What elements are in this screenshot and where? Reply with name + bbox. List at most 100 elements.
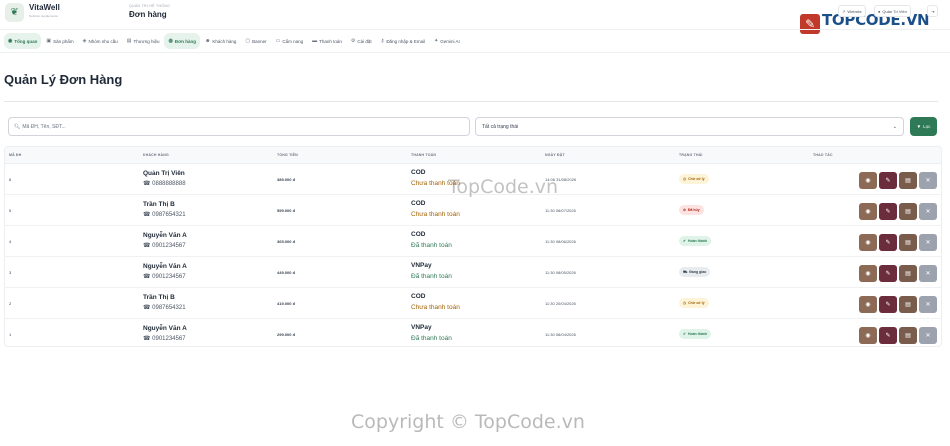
delete-button[interactable]: ✕ (919, 296, 937, 313)
eye-button[interactable]: ◉ (859, 327, 877, 344)
table-header: MÃ ĐH KHÁCH HÀNG TỔNG TIỀN THANH TOÁN NG… (5, 147, 941, 164)
print-button[interactable]: ▤ (899, 203, 917, 220)
edit-button[interactable]: ✎ (879, 327, 897, 344)
cart-icon: ◍ (168, 38, 173, 44)
nav-item-gemini[interactable]: ✦ Gemini AI (430, 33, 464, 49)
print-button[interactable]: ▤ (899, 327, 917, 344)
brand-icon: ▤ (126, 38, 132, 44)
logout-button[interactable]: ⇥ (927, 5, 939, 17)
admin-user-button[interactable]: ● Quản Trị Viên (874, 5, 911, 17)
print-button[interactable]: ▤ (899, 234, 917, 251)
col-actions: THAO TÁC (813, 153, 833, 157)
nav-item-customers[interactable]: ☻ Khách hàng (201, 33, 240, 49)
eye-button[interactable]: ◉ (859, 172, 877, 189)
order-id: 2 (9, 301, 12, 306)
edit-button[interactable]: ✎ (879, 172, 897, 189)
chevron-down-icon: ⌄ (892, 123, 897, 130)
col-payment: THANH TOÁN (411, 153, 437, 157)
nav-item-needs[interactable]: ◈ Nhóm nhu cầu (79, 33, 122, 49)
edit-icon: ✎ (885, 333, 891, 339)
book-icon: ▭ (275, 38, 281, 44)
eye-icon: ◉ (865, 271, 871, 277)
main-nav: ◉ Tổng quan ▣ Sản phẩm ◈ Nhóm nhu cầu ▤ Thươ… (0, 29, 950, 53)
nav-item-brands[interactable]: ▤ Thương hiệu (123, 33, 164, 49)
phone-icon: ☎ (143, 181, 151, 187)
order-id: 4 (9, 239, 12, 244)
eye-icon: ◉ (865, 333, 871, 339)
print-button[interactable]: ▤ (899, 265, 917, 282)
delete-icon: ✕ (925, 178, 931, 184)
print-icon: ▤ (905, 333, 911, 339)
order-id: 1 (9, 332, 12, 337)
row-actions: ◉ ✎ ▤ ✕ (859, 327, 937, 344)
order-date: 11:30 08/04/2026 (545, 332, 576, 337)
col-status: TRẠNG THÁI (679, 153, 703, 157)
nav-item-dashboard[interactable]: ◉ Tổng quan (4, 33, 42, 49)
phone-icon: ☎ (143, 305, 151, 311)
delete-button[interactable]: ✕ (919, 172, 937, 189)
print-button[interactable]: ▤ (899, 172, 917, 189)
edit-button[interactable]: ✎ (879, 296, 897, 313)
status-badge: ◷ Chờ xử lý (679, 298, 709, 308)
status-select[interactable]: Tất cả trạng thái ⌄ (475, 117, 904, 136)
nav-item-login-email[interactable]: ⚷ Đăng nhập & Email (377, 33, 429, 49)
brand-name: VitaWell (29, 3, 60, 12)
nav-item-banner[interactable]: ▢ Banner (241, 33, 270, 49)
delete-button[interactable]: ✕ (919, 203, 937, 220)
divider (4, 101, 938, 102)
edit-button[interactable]: ✎ (879, 203, 897, 220)
eye-button[interactable]: ◉ (859, 265, 877, 282)
edit-button[interactable]: ✎ (879, 234, 897, 251)
print-icon: ▤ (905, 209, 911, 215)
print-icon: ▤ (905, 271, 911, 277)
eye-button[interactable]: ◉ (859, 296, 877, 313)
edit-icon: ✎ (885, 271, 891, 277)
eye-button[interactable]: ◉ (859, 234, 877, 251)
table-row: 4 Nguyễn Văn A ☎ 0901234567 365.000 đ COD Đã … (5, 226, 941, 257)
page-header-title: Đơn hàng (129, 10, 167, 19)
leaf-logo-icon[interactable]: ❦ (5, 3, 24, 22)
payment-status: Chưa thanh toán (411, 211, 460, 218)
order-date: 11:30 08/06/2026 (545, 239, 576, 244)
payment-method: COD (411, 200, 426, 207)
nav-item-handbook[interactable]: ▭ Cẩm nang (272, 33, 308, 49)
status-icon: ✔ (683, 239, 686, 243)
payment-method: COD (411, 293, 426, 300)
status-icon: ⊘ (683, 208, 686, 212)
payment-method: COD (411, 169, 426, 176)
dashboard-icon: ◉ (8, 38, 13, 44)
col-total: TỔNG TIỀN (277, 153, 298, 157)
delete-button[interactable]: ✕ (919, 234, 937, 251)
filter-button[interactable]: ▼ Lọc (910, 117, 937, 136)
status-icon: ✔ (683, 332, 686, 336)
order-total: 419.000 đ (277, 301, 296, 306)
status-badge: ✔ Hoàn thành (679, 329, 712, 339)
delete-icon: ✕ (925, 240, 931, 246)
customer-name: Nguyễn Văn A (143, 263, 187, 270)
print-button[interactable]: ▤ (899, 296, 917, 313)
customer-phone: ☎ 0987654321 (143, 212, 186, 218)
phone-icon: ☎ (143, 243, 151, 249)
delete-button[interactable]: ✕ (919, 265, 937, 282)
nav-item-payment[interactable]: ▬ Thanh toán (308, 33, 346, 49)
delete-button[interactable]: ✕ (919, 327, 937, 344)
eye-button[interactable]: ◉ (859, 203, 877, 220)
status-badge: ⊘ Đã hủy (679, 205, 704, 215)
phone-icon: ☎ (143, 274, 151, 280)
nav-item-orders[interactable]: ◍ Đơn hàng (164, 33, 201, 49)
payment-status: Chưa thanh toán (411, 304, 460, 311)
nav-item-products[interactable]: ▣ Sản phẩm (42, 33, 77, 49)
search-input[interactable]: 🔍︎ Mã ĐH, Tên, SĐT... (8, 117, 470, 136)
row-actions: ◉ ✎ ▤ ✕ (859, 265, 937, 282)
edit-button[interactable]: ✎ (879, 265, 897, 282)
section-label: QUẢN TRỊ HỆ THỐNG (129, 4, 171, 8)
nav-item-settings[interactable]: ⚙ Cài đặt (347, 33, 376, 49)
phone-icon: ☎ (143, 336, 151, 342)
payment-status: Đã thanh toán (411, 242, 452, 249)
payment-status: Đã thanh toán (411, 273, 452, 280)
customer-phone: ☎ 0901234567 (143, 274, 186, 280)
order-total: 299.000 đ (277, 332, 296, 337)
table-row: 3 Nguyễn Văn A ☎ 0901234567 449.000 đ VNPay Đ… (5, 257, 941, 288)
row-actions: ◉ ✎ ▤ ✕ (859, 203, 937, 220)
website-button[interactable]: ↗ Website (838, 5, 866, 17)
